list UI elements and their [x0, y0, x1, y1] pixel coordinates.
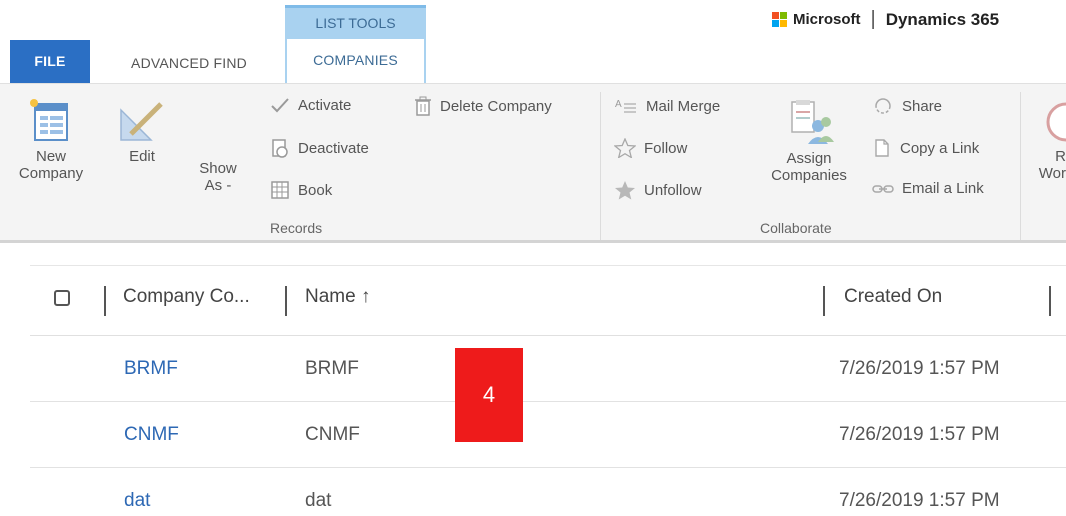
partial-ribbon-button[interactable]: R Wor [1030, 98, 1066, 182]
step-number-badge: 4 [455, 348, 523, 442]
dynamics-crm-window: Microsoft | Dynamics 365 FILE ADVANCED F… [0, 0, 1066, 516]
tab-group-list-tools: LIST TOOLS [285, 5, 426, 39]
star-filled-icon [615, 181, 635, 200]
mail-merge-button[interactable]: A Mail Merge [614, 96, 720, 116]
copy-link-label: Copy a Link [900, 139, 980, 157]
table-row[interactable]: CNMF CNMF 7/26/2019 1:57 PM [30, 402, 1066, 468]
assign-companies-label-2: Companies [771, 167, 847, 184]
ribbon-tab-bar: Microsoft | Dynamics 365 FILE ADVANCED F… [0, 0, 1066, 84]
edit-button[interactable]: Edit [112, 98, 172, 165]
company-code-link[interactable]: BRMF [124, 358, 178, 380]
deactivate-icon [272, 139, 288, 158]
assign-companies-button[interactable]: Assign Companies [760, 98, 858, 184]
checkmark-icon [271, 98, 289, 113]
book-label: Book [298, 181, 333, 199]
ribbon-group-divider [600, 92, 601, 240]
email-link-button[interactable]: Email a Link [872, 180, 984, 197]
new-record-icon [30, 99, 68, 141]
created-on-cell: 7/26/2019 1:57 PM [839, 358, 1000, 379]
grid-header: Company Co... Name ↑ Created On [30, 265, 1066, 336]
partial-button-label-1: R [1055, 148, 1066, 165]
tab-file[interactable]: FILE [10, 40, 90, 83]
tab-advanced-find[interactable]: ADVANCED FIND [100, 44, 278, 83]
show-as-label-2: As - [204, 177, 232, 194]
company-name-cell: CNMF [305, 424, 360, 445]
ribbon-group-divider-2 [1020, 92, 1021, 240]
share-icon [875, 98, 891, 114]
partial-button-label-2: Wor [1038, 165, 1066, 182]
assign-users-icon [791, 100, 834, 144]
delete-company-button[interactable]: Delete Company [414, 96, 552, 116]
calendar-grid-icon [271, 181, 289, 199]
trash-icon [415, 96, 431, 116]
deactivate-button[interactable]: Deactivate [270, 138, 369, 158]
edit-label: Edit [129, 148, 155, 165]
unfollow-button[interactable]: Unfollow [614, 180, 702, 200]
star-outline-icon [614, 138, 636, 158]
deactivate-label: Deactivate [298, 139, 369, 157]
assign-companies-label-1: Assign [786, 150, 832, 167]
ribbon: New Company Edit Show As - Activate Deac… [0, 83, 1066, 243]
book-button[interactable]: Book [270, 180, 332, 200]
brand-product[interactable]: Dynamics 365 [886, 10, 999, 30]
unfollow-label: Unfollow [644, 181, 702, 199]
new-company-label-2: Company [18, 165, 84, 182]
delete-company-label: Delete Company [440, 97, 552, 115]
microsoft-logo-icon [772, 12, 787, 27]
new-company-button[interactable]: New Company [14, 98, 88, 182]
partial-button-icon [1046, 102, 1066, 142]
show-as-label-1: Show [199, 160, 237, 177]
company-name-cell: BRMF [305, 358, 359, 379]
company-name-cell: dat [305, 490, 332, 511]
show-as-dropdown[interactable]: Show As - [190, 160, 246, 194]
column-divider[interactable] [1049, 286, 1051, 316]
copy-document-icon [875, 139, 889, 157]
activate-button[interactable]: Activate [270, 96, 351, 114]
follow-button[interactable]: Follow [614, 138, 687, 158]
mail-merge-icon: A [615, 99, 636, 113]
column-divider[interactable] [285, 286, 287, 316]
created-on-cell: 7/26/2019 1:57 PM [839, 490, 1000, 511]
link-icon [872, 184, 894, 193]
follow-label: Follow [644, 139, 688, 157]
brand-separator: | [870, 8, 876, 30]
company-code-link[interactable]: CNMF [124, 424, 179, 446]
column-divider [104, 286, 106, 316]
collaborate-group-label: Collaborate [760, 220, 832, 236]
column-divider[interactable] [823, 286, 825, 316]
records-group-label: Records [270, 220, 323, 236]
brand-company: Microsoft [793, 11, 861, 28]
table-row[interactable]: dat dat 7/26/2019 1:57 PM [30, 468, 1066, 516]
edit-pencil-icon [120, 102, 163, 141]
new-company-label-1: New [35, 148, 66, 165]
column-header-name[interactable]: Name ↑ [305, 286, 370, 308]
share-button[interactable]: Share [872, 96, 942, 116]
companies-grid: Company Co... Name ↑ Created On BRMF BRM… [30, 265, 1066, 516]
svg-text:A: A [615, 99, 622, 110]
company-code-link[interactable]: dat [124, 490, 150, 512]
column-header-company-code[interactable]: Company Co... [123, 286, 250, 308]
created-on-cell: 7/26/2019 1:57 PM [839, 424, 1000, 445]
email-link-label: Email a Link [902, 180, 984, 197]
select-all-checkbox[interactable] [54, 290, 70, 306]
copy-link-button[interactable]: Copy a Link [872, 138, 979, 158]
share-label: Share [902, 97, 943, 115]
brand-bar: Microsoft | Dynamics 365 [772, 8, 999, 31]
column-header-created-on[interactable]: Created On [844, 286, 942, 308]
table-row[interactable]: BRMF BRMF 7/26/2019 1:57 PM [30, 336, 1066, 402]
activate-label: Activate [298, 96, 352, 114]
mail-merge-label: Mail Merge [646, 97, 721, 115]
tab-companies[interactable]: COMPANIES [285, 39, 426, 84]
